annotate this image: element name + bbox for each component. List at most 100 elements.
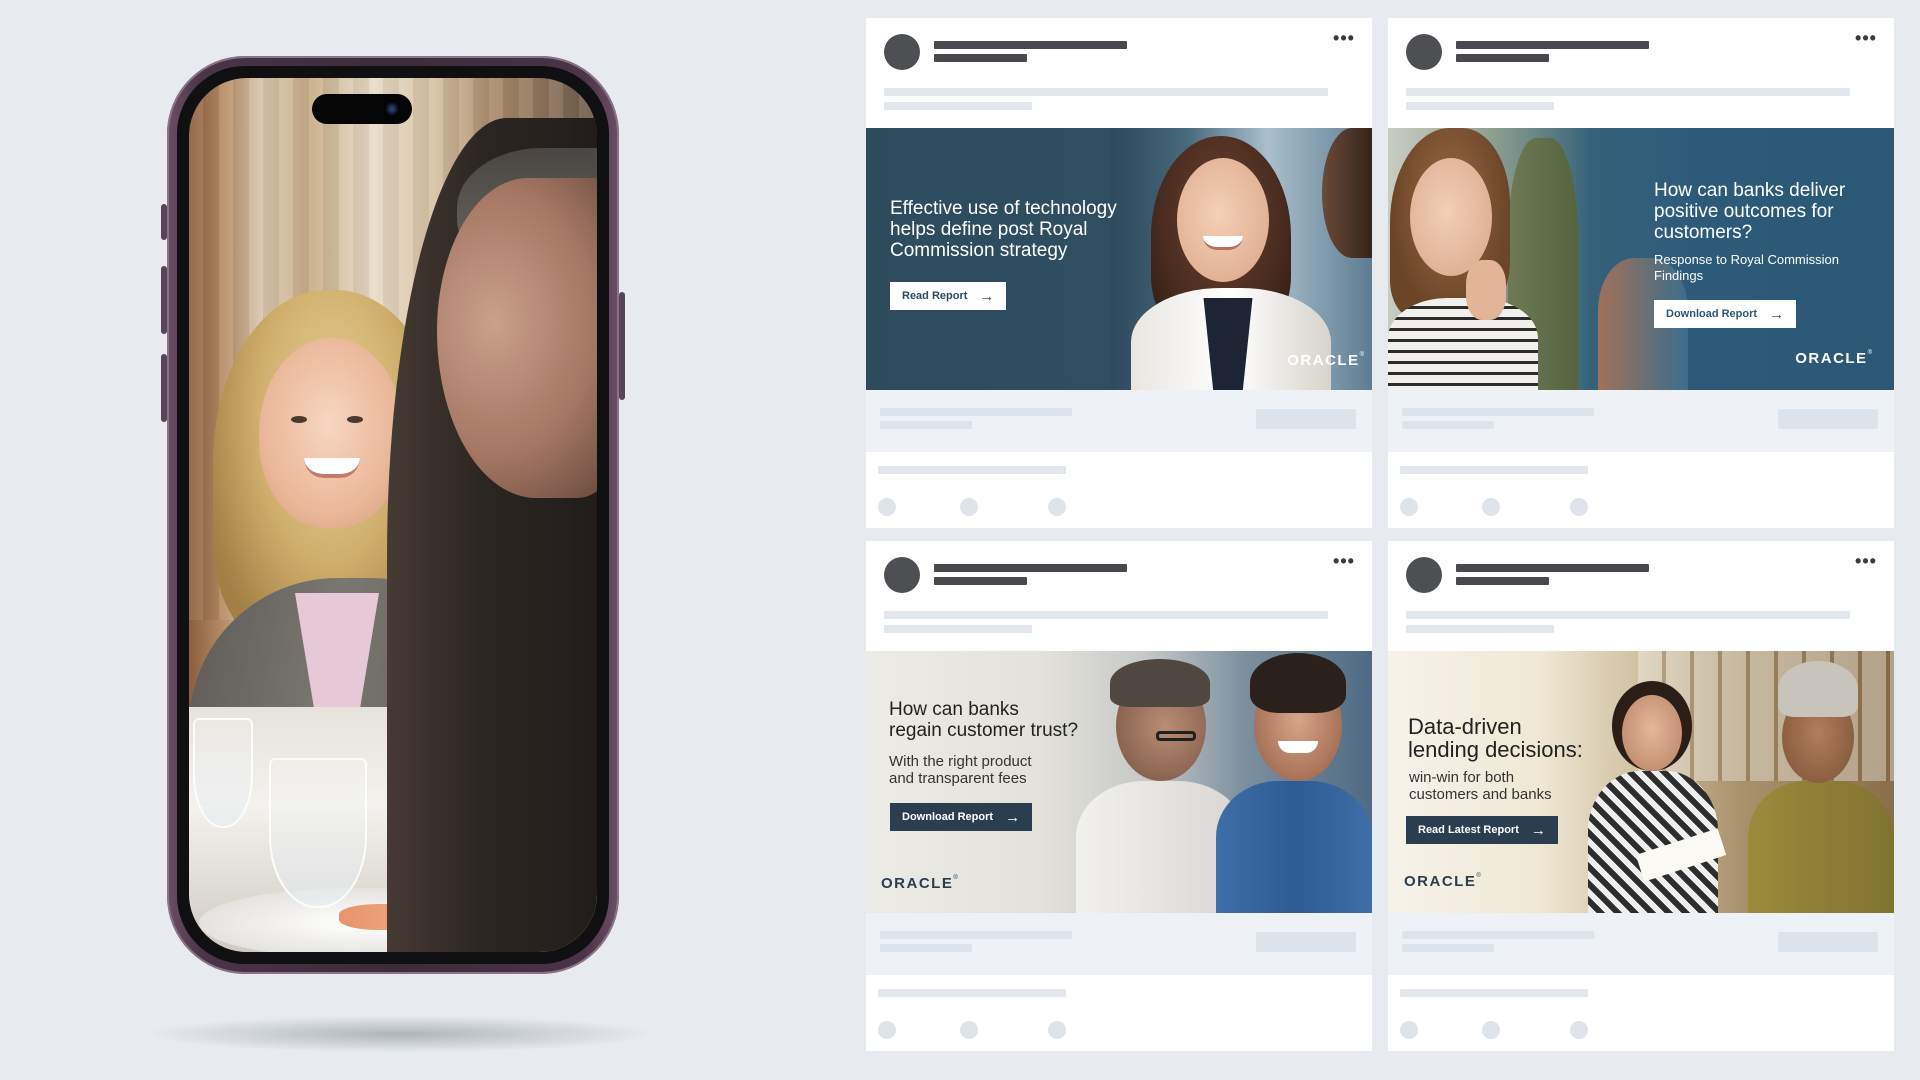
woman-eye-right <box>347 416 363 423</box>
footer-text-placeholder <box>880 931 1072 939</box>
cta-label: Read Latest Report <box>1418 824 1519 836</box>
headline-line: customers? <box>1654 222 1753 243</box>
arrow-right-icon: → <box>1769 305 1785 323</box>
post-text-placeholder <box>1406 611 1850 619</box>
phone-action-button <box>161 204 167 240</box>
oracle-logo: ORACLE® <box>1795 350 1872 367</box>
trademark-symbol: ® <box>1476 873 1481 879</box>
brand-name: ORACLE <box>881 875 954 892</box>
comment-action-icon[interactable] <box>960 1021 978 1039</box>
woman-hand <box>1466 260 1506 320</box>
author-meta-placeholder <box>934 577 1027 585</box>
ad-headline: Data-driven lending decisions: <box>1408 715 1583 761</box>
feed-post-card-2: ••• How can banks deliver positive outco… <box>1388 18 1894 528</box>
ad-subhead: Response to Royal Commission Findings <box>1654 252 1839 284</box>
like-action-icon[interactable] <box>1400 1021 1418 1039</box>
woman-face <box>259 338 404 528</box>
like-action-icon[interactable] <box>878 1021 896 1039</box>
wine-glass-2 <box>269 758 367 908</box>
footer-button-placeholder[interactable] <box>1778 932 1878 952</box>
author-name-placeholder <box>1456 564 1649 572</box>
author-name-placeholder <box>1456 41 1649 49</box>
ad-banner-data-driven-lending[interactable]: Data-driven lending decisions: win-win f… <box>1388 651 1894 913</box>
post-text-placeholder <box>1406 102 1554 110</box>
oracle-logo: ORACLE® <box>1404 873 1481 890</box>
woman-face <box>1622 695 1682 771</box>
footer-text-placeholder <box>1402 408 1594 416</box>
reactions-summary-placeholder <box>878 466 1066 474</box>
like-action-icon[interactable] <box>1400 498 1418 516</box>
share-action-icon[interactable] <box>1048 498 1066 516</box>
brand-name: ORACLE <box>1287 352 1360 369</box>
brand-name: ORACLE <box>1404 873 1477 890</box>
comment-action-icon[interactable] <box>1482 1021 1500 1039</box>
author-meta-placeholder <box>1456 577 1549 585</box>
phone-mockup <box>161 56 625 974</box>
avatar[interactable] <box>1406 34 1442 70</box>
phone-volume-down-button <box>161 354 167 422</box>
subhead-line: win-win for both <box>1409 769 1515 786</box>
footer-button-placeholder[interactable] <box>1778 409 1878 429</box>
share-action-icon[interactable] <box>1570 498 1588 516</box>
post-text-placeholder <box>884 102 1032 110</box>
wine-glass-1 <box>193 718 253 828</box>
post-text-placeholder <box>884 625 1032 633</box>
woman-olive-shirt <box>1748 781 1894 913</box>
feed-post-card-4: ••• Data-driven lending decisions: win-w… <box>1388 541 1894 1051</box>
ad-footer-placeholder <box>866 390 1372 452</box>
footer-text-placeholder <box>1402 421 1494 429</box>
avatar[interactable] <box>1406 557 1442 593</box>
phone-screen-photo <box>189 78 597 952</box>
ad-subhead: With the right product and transparent f… <box>889 753 1032 787</box>
smiling-woman-photo <box>1111 128 1372 390</box>
headline-line: Commission strategy <box>890 240 1068 261</box>
headline-line: How can banks <box>889 699 1019 720</box>
headline-line: Effective use of technology <box>890 198 1117 219</box>
more-options-icon[interactable]: ••• <box>1330 552 1358 571</box>
man-hair <box>1110 659 1210 707</box>
like-action-icon[interactable] <box>878 498 896 516</box>
more-options-icon[interactable]: ••• <box>1852 29 1880 48</box>
oracle-logo: ORACLE® <box>1287 352 1364 369</box>
comment-action-icon[interactable] <box>1482 498 1500 516</box>
woman-striped-top <box>1388 298 1538 390</box>
more-options-icon[interactable]: ••• <box>1852 552 1880 571</box>
ad-footer-placeholder <box>1388 913 1894 975</box>
ad-banner-customer-trust[interactable]: How can banks regain customer trust? Wit… <box>866 651 1372 913</box>
headwrap <box>1778 661 1858 717</box>
download-report-button[interactable]: Download Report → <box>1654 300 1797 328</box>
ad-banner-technology-strategy[interactable]: Effective use of technology helps define… <box>866 128 1372 390</box>
brand-name: ORACLE <box>1795 350 1868 367</box>
more-options-icon[interactable]: ••• <box>1330 29 1358 48</box>
feed-post-card-3: ••• How can banks regain customer trust?… <box>866 541 1372 1051</box>
share-action-icon[interactable] <box>1048 1021 1066 1039</box>
share-action-icon[interactable] <box>1570 1021 1588 1039</box>
headline-line: positive outcomes for <box>1654 201 1834 222</box>
man-face <box>437 178 597 498</box>
arrow-right-icon: → <box>1005 808 1021 826</box>
arrow-right-icon: → <box>1530 821 1546 839</box>
headline-line: regain customer trust? <box>889 720 1079 741</box>
arrow-right-icon: → <box>979 287 995 305</box>
man-smile <box>1278 741 1318 753</box>
oracle-logo: ORACLE® <box>881 875 958 892</box>
read-report-button[interactable]: Read Report → <box>890 282 1007 310</box>
footer-text-placeholder <box>880 408 1072 416</box>
read-latest-report-button[interactable]: Read Latest Report → <box>1406 816 1558 844</box>
glasses <box>1156 731 1196 741</box>
headline-line: helps define post Royal <box>890 219 1088 240</box>
avatar[interactable] <box>884 34 920 70</box>
footer-button-placeholder[interactable] <box>1256 932 1356 952</box>
comment-action-icon[interactable] <box>960 498 978 516</box>
man-hair <box>1250 653 1346 713</box>
subhead-line: Response to Royal Commission <box>1654 252 1839 267</box>
download-report-button[interactable]: Download Report → <box>890 803 1033 831</box>
ad-headline: Effective use of technology helps define… <box>890 198 1117 261</box>
author-meta-placeholder <box>934 54 1027 62</box>
phone-volume-up-button <box>161 266 167 334</box>
trademark-symbol: ® <box>953 875 958 881</box>
avatar[interactable] <box>884 557 920 593</box>
ad-banner-positive-outcomes[interactable]: How can banks deliver positive outcomes … <box>1388 128 1894 390</box>
footer-button-placeholder[interactable] <box>1256 409 1356 429</box>
cta-label: Download Report <box>1666 308 1758 320</box>
